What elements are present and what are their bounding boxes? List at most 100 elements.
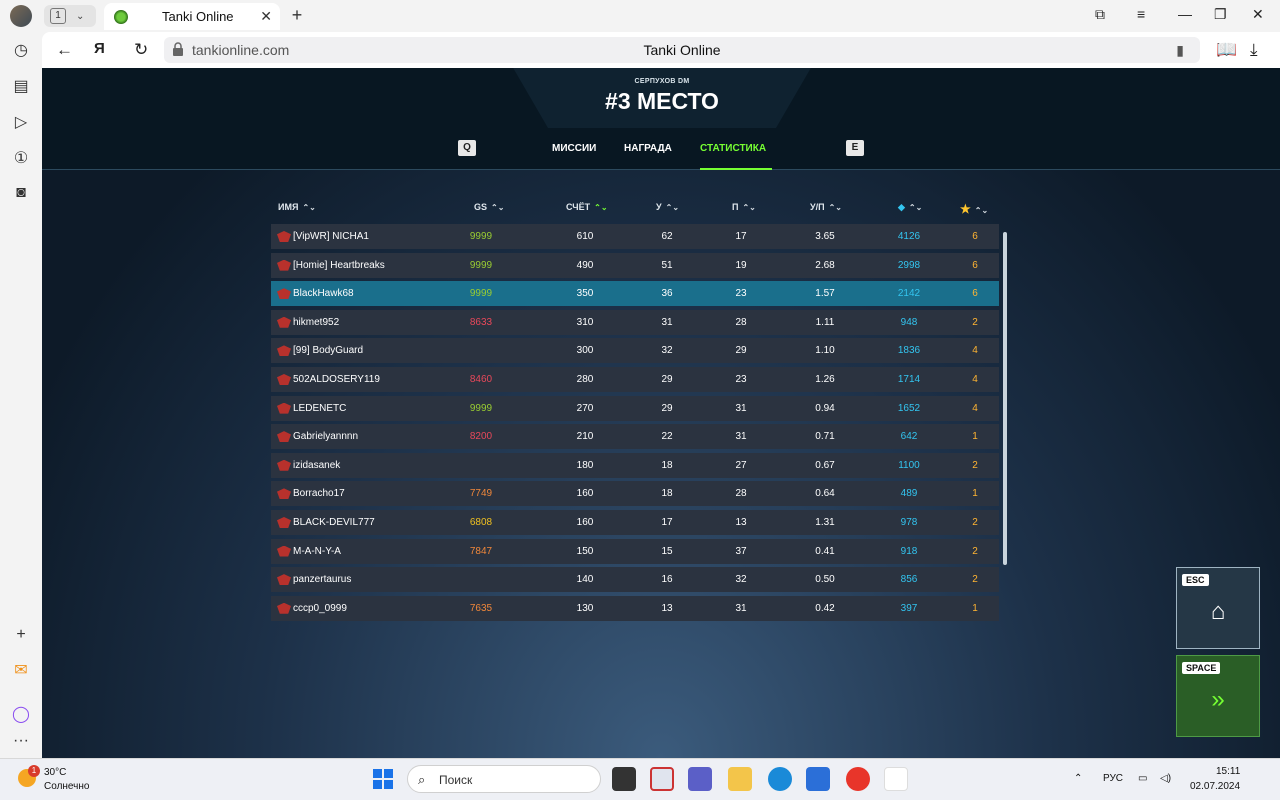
snipping-tool-icon[interactable]	[650, 767, 674, 791]
tab-group-switcher[interactable]: 1 ⌄	[44, 5, 96, 27]
player-gs: 9999	[469, 231, 493, 242]
taskbar-search[interactable]: ⌕ Поиск	[407, 765, 601, 793]
sort-active-icon: ⌃⌄	[594, 203, 608, 212]
player-kills: 32	[661, 345, 673, 357]
player-deaths: 31	[735, 402, 747, 414]
col-score[interactable]: СЧЁТ ⌃⌄	[566, 202, 608, 212]
player-row[interactable]: hikmet952 8633 310 31 28 1.11 948 2	[271, 309, 999, 335]
player-deaths: 28	[735, 316, 747, 328]
url-field[interactable]: tankionline.com Tanki Online ▮	[164, 37, 1200, 63]
col-kills[interactable]: У ⌃⌄	[656, 202, 679, 212]
tab-title: Tanki Online	[162, 9, 234, 24]
more-dots-icon[interactable]: ···	[11, 732, 31, 752]
space-key-label: SPACE	[1182, 662, 1221, 674]
network-icon[interactable]: ▭	[1138, 773, 1147, 784]
reload-icon[interactable]: ↻	[134, 40, 148, 60]
next-tab-key[interactable]: E	[846, 140, 864, 156]
player-kd: 0.94	[815, 402, 835, 414]
player-row-self[interactable]: BlackHawk68 9999 350 36 23 1.57 2142 6	[271, 281, 999, 307]
teams-icon[interactable]	[688, 767, 712, 791]
player-row[interactable]: cccp0_0999 7635 130 13 31 0.42 397 1	[271, 595, 999, 621]
back-icon[interactable]: ←	[56, 40, 73, 60]
prev-tab-key[interactable]: Q	[458, 140, 476, 156]
player-row[interactable]: [99] BodyGuard 300 32 29 1.10 1836 4	[271, 338, 999, 364]
tab-reward[interactable]: НАГРАДА	[624, 143, 672, 154]
mail-icon[interactable]: ✉	[11, 660, 31, 680]
player-row[interactable]: izidasanek 180 18 27 0.67 1100 2	[271, 452, 999, 478]
home-icon: ⌂	[1210, 598, 1226, 625]
col-stars[interactable]: ★ ⌃⌄	[960, 202, 988, 216]
player-name: M-A-N-Y-A	[293, 545, 341, 557]
clock-time[interactable]: 15:11	[1216, 766, 1240, 777]
edge-icon[interactable]	[768, 767, 792, 791]
restore-icon[interactable]: ❐	[1214, 6, 1227, 23]
play-icon[interactable]: ▷	[11, 112, 31, 132]
col-crystals[interactable]: ◆ ⌃⌄	[898, 202, 922, 213]
weather-temperature: 30°C	[44, 767, 67, 778]
tab-statistics[interactable]: СТАТИСТИКА	[700, 143, 766, 154]
collections-icon[interactable]: ▤	[11, 76, 31, 96]
player-score: 150	[576, 545, 594, 557]
col-deaths[interactable]: П ⌃⌄	[732, 202, 756, 212]
player-deaths: 32	[735, 574, 747, 586]
file-explorer-icon[interactable]	[728, 767, 752, 791]
history-icon[interactable]: ◷	[11, 40, 31, 60]
active-tab-underline	[700, 168, 772, 170]
close-window-icon[interactable]: ✕	[1252, 6, 1264, 23]
player-row[interactable]: BLACK-DEVIL777 6808 160 17 13 1.31 978 2	[271, 509, 999, 535]
new-tab-button[interactable]: +	[286, 5, 308, 27]
player-kd: 3.65	[815, 231, 835, 242]
camera-icon[interactable]: ◙	[11, 184, 31, 204]
player-row[interactable]: 502ALDOSERY119 8460 280 29 23 1.26 1714 4	[271, 366, 999, 392]
start-button[interactable]	[373, 769, 393, 789]
reader-icon[interactable]: 📖	[1216, 40, 1237, 60]
yandex-app-icon[interactable]	[846, 767, 870, 791]
col-name[interactable]: ИМЯ ⌃⌄	[278, 202, 316, 212]
home-button[interactable]: ESC ⌂	[1176, 567, 1260, 649]
task-view-icon[interactable]	[612, 767, 636, 791]
player-row[interactable]: M-A-N-Y-A 7847 150 15 37 0.41 918 2	[271, 538, 999, 564]
tabs-count-icon[interactable]: ①	[11, 148, 31, 168]
tab-missions[interactable]: МИССИИ	[552, 143, 596, 154]
player-row[interactable]: [VipWR] NICHA1 9999 610 62 17 3.65 4126 6	[271, 224, 999, 249]
download-icon[interactable]: ⤓	[1250, 40, 1258, 60]
bookmark-panel-icon[interactable]: ⧉	[1095, 6, 1105, 23]
yandex-browser-icon[interactable]	[884, 767, 908, 791]
language-indicator[interactable]: РУС	[1103, 773, 1123, 784]
star-icon: ★	[960, 202, 971, 216]
rank-insignia-icon	[277, 431, 291, 443]
yandex-icon[interactable]: Я	[94, 40, 105, 57]
store-icon[interactable]	[806, 767, 830, 791]
col-kd[interactable]: У/П ⌃⌄	[810, 202, 842, 212]
list-scrollbar[interactable]	[1003, 232, 1007, 565]
volume-icon[interactable]: ◁)	[1160, 773, 1171, 784]
rank-insignia-icon	[277, 516, 291, 528]
minimize-icon[interactable]: —	[1178, 6, 1192, 22]
player-row[interactable]: Borracho17 7749 160 18 28 0.64 489 1	[271, 481, 999, 507]
browser-tab-tanki[interactable]: Tanki Online ✕	[104, 3, 280, 30]
player-row[interactable]: Gabrielyannnn 8200 210 22 31 0.71 642 1	[271, 424, 999, 450]
close-tab-icon[interactable]: ✕	[260, 8, 272, 25]
player-kd: 2.68	[815, 259, 835, 271]
player-kills: 17	[661, 516, 673, 528]
alice-icon[interactable]: ◯	[11, 704, 31, 724]
player-row[interactable]: [Homie] Heartbreaks 9999 490 51 19 2.68 2998 6	[271, 252, 999, 278]
rank-insignia-icon	[277, 316, 291, 328]
sort-icon: ⌃⌄	[302, 203, 316, 212]
address-bar-row: ← Я ↻ tankionline.com Tanki Online ▮ ⋮ 📖…	[42, 32, 1280, 68]
tray-chevron-icon[interactable]: ⌃	[1074, 773, 1082, 784]
bookmark-icon[interactable]: ▮	[1176, 42, 1184, 59]
player-row[interactable]: panzertaurus 140 16 32 0.50 856 2	[271, 567, 999, 593]
player-row[interactable]: LEDENETC 9999 270 29 31 0.94 1652 4	[271, 395, 999, 421]
browser-tab-bar: 1 ⌄ Tanki Online ✕ + ⧉ ≡ — ❐ ✕	[0, 0, 1280, 32]
player-score: 160	[576, 516, 594, 528]
col-gs[interactable]: GS ⌃⌄	[474, 202, 504, 212]
player-stars: 4	[972, 402, 978, 414]
player-crystals: 2998	[897, 259, 921, 271]
menu-icon[interactable]: ≡	[1137, 6, 1145, 22]
clock-date[interactable]: 02.07.2024	[1190, 781, 1240, 792]
continue-button[interactable]: SPACE »	[1176, 655, 1260, 737]
add-icon[interactable]: +	[11, 626, 31, 646]
profile-avatar[interactable]	[10, 5, 32, 27]
col-kills-label: У	[656, 202, 662, 212]
